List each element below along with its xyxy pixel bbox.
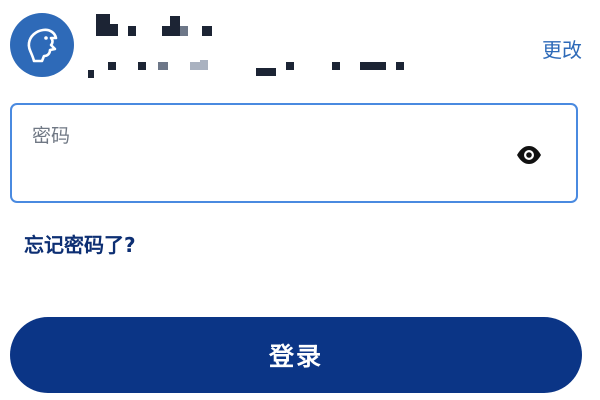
seal-logo-icon [27, 28, 58, 63]
password-label: 密码 [32, 125, 71, 147]
forgot-password-link[interactable]: 忘记密码了? [24, 229, 136, 258]
password-field[interactable]: 密码 [10, 103, 578, 203]
login-screen: 更改 密码 忘记密码了? 登录 [0, 0, 600, 400]
login-button[interactable]: 登录 [10, 317, 582, 393]
avatar [10, 13, 74, 77]
eye-icon[interactable] [516, 145, 542, 165]
password-input[interactable] [30, 157, 504, 193]
change-account-link[interactable]: 更改 [542, 34, 582, 63]
account-info-masked [88, 14, 418, 80]
